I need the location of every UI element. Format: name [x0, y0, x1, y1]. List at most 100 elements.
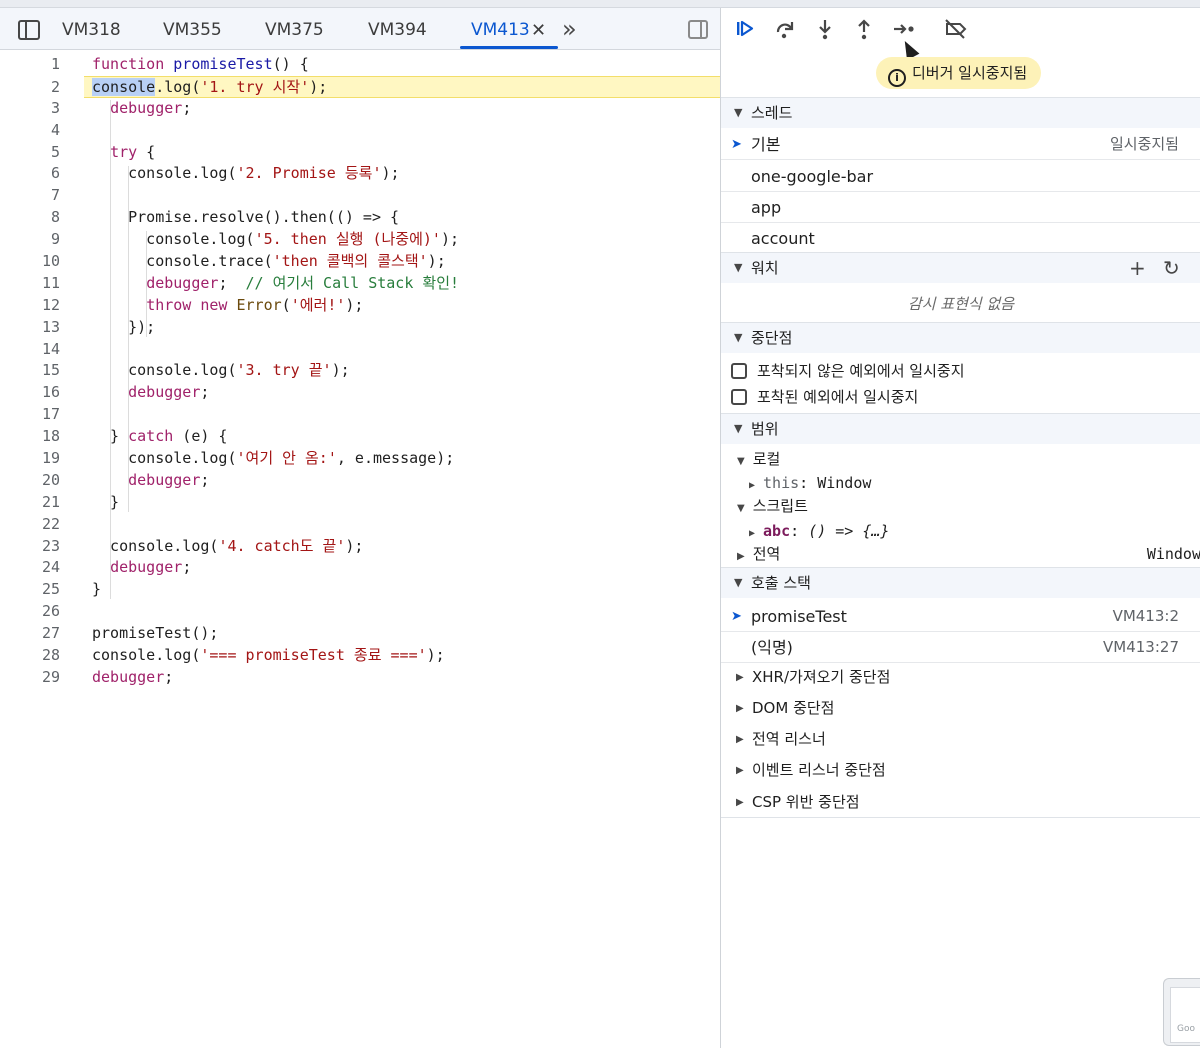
code-line[interactable]: 2 console.log('1. try 시작');: [51, 75, 720, 98]
code-line[interactable]: 6 console.log('2. Promise 등록');: [0, 163, 720, 185]
line-number[interactable]: 25: [0, 579, 60, 601]
code-line[interactable]: 10 console.trace('then 콜백의 콜스택');: [0, 251, 720, 273]
more-tabs-icon[interactable]: »: [562, 15, 577, 43]
step-over-icon[interactable]: [773, 17, 797, 41]
code-line[interactable]: 9 console.log('5. then 실행 (나중에)');: [0, 229, 720, 251]
line-number[interactable]: 16: [0, 382, 60, 404]
pause-caught-checkbox[interactable]: [731, 389, 747, 405]
code-line[interactable]: 14: [0, 339, 720, 361]
line-number[interactable]: 27: [0, 623, 60, 645]
code-line[interactable]: 16 debugger;: [0, 382, 720, 404]
code-line[interactable]: 7: [0, 185, 720, 207]
line-number[interactable]: 22: [0, 514, 60, 536]
tab-vm318[interactable]: VM318: [62, 20, 121, 40]
global-listeners-section[interactable]: ▶ 전역 리스너: [721, 724, 1200, 755]
pause-uncaught-checkbox[interactable]: [731, 363, 747, 379]
line-number[interactable]: 15: [0, 360, 60, 382]
xhr-breakpoints-section[interactable]: ▶ XHR/가져오기 중단점: [721, 662, 1200, 693]
thread-item-one-google-bar[interactable]: one-google-bar: [721, 161, 1200, 192]
line-number[interactable]: 8: [0, 207, 60, 229]
code-line[interactable]: 17: [0, 404, 720, 426]
line-number[interactable]: 10: [0, 251, 60, 273]
deactivate-breakpoints-icon[interactable]: [943, 17, 967, 41]
code-line[interactable]: 23 console.log('4. catch도 끝');: [0, 536, 720, 558]
line-number[interactable]: 7: [0, 185, 60, 207]
line-number[interactable]: 14: [0, 339, 60, 361]
breakpoints-section-header[interactable]: ▼ 중단점: [721, 322, 1200, 353]
code-line[interactable]: 11 debugger; // 여기서 Call Stack 확인!: [0, 273, 720, 295]
call-frame-location[interactable]: VM413:2: [1113, 601, 1179, 632]
pause-caught-option[interactable]: 포착된 예외에서 일시중지: [731, 387, 918, 407]
code-line[interactable]: 12 throw new Error('에러!');: [0, 295, 720, 317]
line-number[interactable]: 18: [0, 426, 60, 448]
thread-item-main[interactable]: ➤ 기본 일시중지됨: [721, 129, 1200, 160]
code-line[interactable]: 13 });: [0, 317, 720, 339]
call-stack-section-header[interactable]: ▼ 호출 스택: [721, 567, 1200, 598]
call-frame-promisetest[interactable]: ➤ promiseTest VM413:2: [721, 601, 1200, 632]
code-line[interactable]: 3 debugger;: [0, 98, 720, 120]
step-out-icon[interactable]: [852, 17, 876, 41]
step-icon[interactable]: [892, 17, 916, 41]
thread-item-app[interactable]: app: [721, 192, 1200, 223]
tab-vm413[interactable]: VM413: [471, 20, 530, 40]
threads-section-header[interactable]: ▼ 스레드: [721, 97, 1200, 128]
code-line[interactable]: 5 try {: [0, 142, 720, 164]
scope-this[interactable]: ▶ this: Window: [749, 473, 871, 496]
call-frame-location[interactable]: VM413:27: [1103, 632, 1179, 663]
line-number[interactable]: 6: [0, 163, 60, 185]
line-number[interactable]: 20: [0, 470, 60, 492]
line-number[interactable]: 24: [0, 557, 60, 579]
line-number[interactable]: 12: [0, 295, 60, 317]
line-number[interactable]: 19: [0, 448, 60, 470]
line-number[interactable]: 11: [0, 273, 60, 295]
code-line[interactable]: 19 console.log('여기 안 옴:', e.message);: [0, 448, 720, 470]
code-line[interactable]: 24 debugger;: [0, 557, 720, 579]
tab-vm394[interactable]: VM394: [368, 20, 427, 40]
line-number[interactable]: 13: [0, 317, 60, 339]
line-number[interactable]: 9: [0, 229, 60, 251]
code-line[interactable]: 21 }: [0, 492, 720, 514]
code-line[interactable]: 20 debugger;: [0, 470, 720, 492]
line-number[interactable]: 2: [0, 77, 60, 99]
debugger-sidebar-toggle-icon[interactable]: [688, 20, 708, 39]
thread-item-account[interactable]: account: [721, 223, 1200, 254]
tab-vm375[interactable]: VM375: [265, 20, 324, 40]
line-number[interactable]: 21: [0, 492, 60, 514]
code-line[interactable]: 29 debugger;: [0, 667, 720, 689]
line-number[interactable]: 17: [0, 404, 60, 426]
code-line[interactable]: 22: [0, 514, 720, 536]
watch-section-header[interactable]: ▼ 워치 + ↻: [721, 252, 1200, 283]
call-frame-anonymous[interactable]: (익명) VM413:27: [721, 632, 1200, 663]
add-watch-icon[interactable]: +: [1129, 253, 1146, 283]
line-number[interactable]: 4: [0, 120, 60, 142]
code-line[interactable]: 8 Promise.resolve().then(() => {: [0, 207, 720, 229]
event-listener-breakpoints-section[interactable]: ▶ 이벤트 리스너 중단점: [721, 755, 1200, 786]
refresh-watch-icon[interactable]: ↻: [1163, 253, 1180, 283]
code-line[interactable]: 4: [0, 120, 720, 142]
code-line[interactable]: 15 console.log('3. try 끝');: [0, 360, 720, 382]
code-line[interactable]: 25}: [0, 579, 720, 601]
line-number[interactable]: 26: [0, 601, 60, 623]
line-number[interactable]: 5: [0, 142, 60, 164]
scope-abc[interactable]: ▶ abc: () => {…}: [749, 521, 889, 544]
line-number[interactable]: 3: [0, 98, 60, 120]
window-thumbnail[interactable]: Goo: [1163, 978, 1200, 1046]
code-line[interactable]: 28 console.log('=== promiseTest 종료 ===');: [0, 645, 720, 667]
code-line[interactable]: 26: [0, 601, 720, 623]
code-line[interactable]: 27 promiseTest();: [0, 623, 720, 645]
tab-vm355[interactable]: VM355: [163, 20, 222, 40]
line-number[interactable]: 29: [0, 667, 60, 689]
csp-violation-breakpoints-section[interactable]: ▶ CSP 위반 중단점: [721, 787, 1200, 818]
step-into-icon[interactable]: [813, 17, 837, 41]
dom-breakpoints-section[interactable]: ▶ DOM 중단점: [721, 693, 1200, 724]
scope-section-header[interactable]: ▼ 범위: [721, 413, 1200, 444]
scope-script[interactable]: ▼ 스크립트: [737, 496, 808, 519]
navigator-toggle-icon[interactable]: [18, 20, 40, 40]
scope-global[interactable]: ▶ 전역 Window: [737, 544, 1200, 567]
code-area[interactable]: 1 function promiseTest() {2 console.log('1…: [0, 54, 720, 689]
line-number[interactable]: 1: [0, 54, 60, 76]
resume-icon[interactable]: [733, 17, 757, 41]
line-number[interactable]: 23: [0, 536, 60, 558]
pause-uncaught-option[interactable]: 포착되지 않은 예외에서 일시중지: [731, 361, 965, 381]
line-number[interactable]: 28: [0, 645, 60, 667]
